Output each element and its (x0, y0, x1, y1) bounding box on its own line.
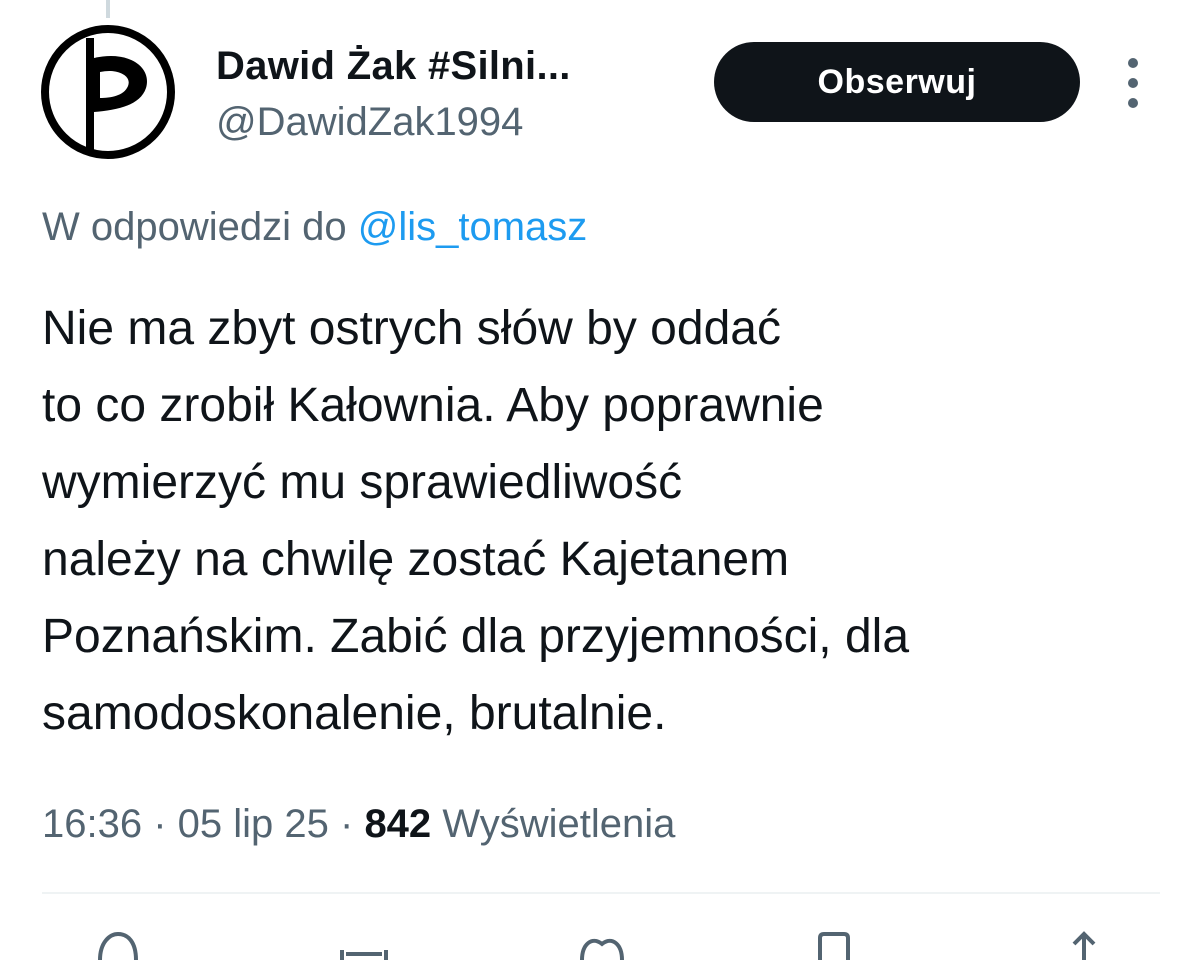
more-dot (1128, 98, 1138, 108)
tweet-date[interactable]: 05 lip 25 (178, 802, 329, 846)
divider (42, 892, 1160, 894)
tweet-text-line: Poznańskim. Zabić dla przyjemności, dla (42, 610, 910, 663)
bookmark-icon[interactable] (814, 930, 854, 960)
tweet-metadata: 16:36 · 05 lip 25 · 842 Wyświetlenia (42, 798, 675, 850)
reply-icon[interactable] (96, 930, 140, 960)
tweet-text-line: Nie ma zbyt ostrych słów by oddać (42, 302, 781, 355)
like-icon[interactable] (578, 930, 626, 960)
reply-context-prefix: W odpowiedzi do (42, 205, 347, 249)
repost-icon[interactable] (336, 930, 392, 960)
reply-context: W odpowiedzi do @lis_tomasz (42, 202, 587, 252)
more-options-icon[interactable] (1120, 58, 1146, 108)
author-display-name[interactable]: Dawid Żak #Silni... (216, 42, 571, 90)
meta-separator: · (328, 802, 365, 846)
more-dot (1128, 58, 1138, 68)
thread-connector-line (106, 0, 110, 18)
tweet-text-line: należy na chwilę zostać Kajetanem (42, 533, 790, 586)
avatar[interactable] (40, 24, 176, 160)
tweet-text-line: wymierzyć mu sprawiedliwość (42, 456, 683, 509)
follow-button[interactable]: Obserwuj (714, 42, 1080, 122)
tweet-text-line: samodoskonalenie, brutalnie. (42, 687, 667, 740)
views-label: Wyświetlenia (442, 802, 676, 846)
tweet-text: Nie ma zbyt ostrych słów by oddać to co … (42, 290, 1182, 752)
views-count: 842 (364, 802, 432, 846)
tweet-time[interactable]: 16:36 (42, 802, 142, 846)
more-dot (1128, 78, 1138, 88)
tweet-text-line: to co zrobił Kałownia. Aby poprawnie (42, 379, 824, 432)
reply-mention-link[interactable]: @lis_tomasz (358, 205, 588, 249)
share-icon[interactable] (1066, 930, 1102, 960)
action-bar (0, 930, 1200, 960)
meta-separator: · (142, 802, 178, 846)
author-handle[interactable]: @DawidZak1994 (216, 98, 523, 146)
